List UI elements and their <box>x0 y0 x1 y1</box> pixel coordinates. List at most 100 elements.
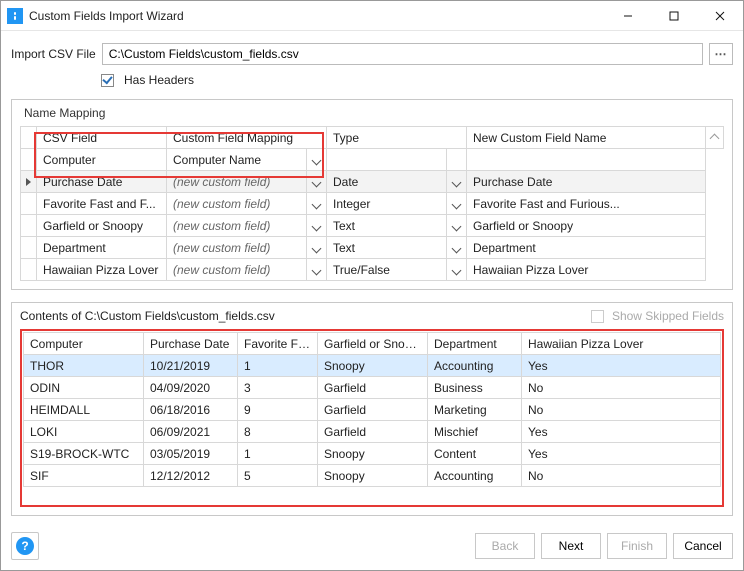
preview-cell: 06/09/2021 <box>144 421 238 443</box>
maximize-button[interactable] <box>651 1 697 30</box>
mapping-row[interactable]: Hawaiian Pizza Lover(new custom field)Tr… <box>21 259 724 281</box>
preview-cell: 10/21/2019 <box>144 355 238 377</box>
mapping-cell[interactable]: (new custom field) <box>167 215 307 237</box>
mapping-row[interactable]: Purchase Date(new custom field)DatePurch… <box>21 171 724 193</box>
close-button[interactable] <box>697 1 743 30</box>
csv-field-cell[interactable]: Garfield or Snoopy <box>37 215 167 237</box>
mapping-header-csv[interactable]: CSV Field <box>37 127 167 149</box>
preview-row[interactable]: THOR10/21/20191SnoopyAccountingYes <box>24 355 721 377</box>
preview-column-header[interactable]: Favorite Fas... <box>238 333 318 355</box>
type-cell[interactable] <box>327 149 447 171</box>
window-title: Custom Fields Import Wizard <box>29 9 605 23</box>
mapping-row[interactable]: Department(new custom field)TextDepartme… <box>21 237 724 259</box>
mapping-dropdown[interactable] <box>307 193 327 215</box>
csv-field-cell[interactable]: Purchase Date <box>37 171 167 193</box>
newname-cell[interactable]: Purchase Date <box>467 171 706 193</box>
row-indicator <box>21 193 37 215</box>
has-headers-label: Has Headers <box>124 73 194 87</box>
preview-cell: LOKI <box>24 421 144 443</box>
titlebar: Custom Fields Import Wizard <box>1 1 743 31</box>
preview-row[interactable]: S19-BROCK-WTC03/05/20191SnoopyContentYes <box>24 443 721 465</box>
newname-cell[interactable]: Hawaiian Pizza Lover <box>467 259 706 281</box>
import-label: Import CSV File <box>11 47 96 61</box>
has-headers-row: Has Headers <box>11 73 733 87</box>
mapping-table-wrap: CSV Field Custom Field Mapping Type New … <box>20 126 724 281</box>
newname-cell[interactable]: Department <box>467 237 706 259</box>
row-indicator <box>21 171 37 193</box>
preview-column-header[interactable]: Purchase Date <box>144 333 238 355</box>
type-cell[interactable]: Text <box>327 237 447 259</box>
back-button[interactable]: Back <box>475 533 535 559</box>
preview-cell: Snoopy <box>318 355 428 377</box>
mapping-dropdown[interactable] <box>307 259 327 281</box>
mapping-row[interactable]: Favorite Fast and F...(new custom field)… <box>21 193 724 215</box>
preview-cell: 12/12/2012 <box>144 465 238 487</box>
preview-cell: 04/09/2020 <box>144 377 238 399</box>
csv-field-cell[interactable]: Hawaiian Pizza Lover <box>37 259 167 281</box>
next-button[interactable]: Next <box>541 533 601 559</box>
mapping-header-type[interactable]: Type <box>327 127 467 149</box>
preview-row[interactable]: ODIN04/09/20203GarfieldBusinessNo <box>24 377 721 399</box>
show-skipped-checkbox: Show Skipped Fields <box>591 309 724 323</box>
preview-cell: 1 <box>238 355 318 377</box>
mapping-header-map[interactable]: Custom Field Mapping <box>167 127 327 149</box>
preview-cell: Yes <box>522 355 721 377</box>
preview-row[interactable]: LOKI06/09/20218GarfieldMischiefYes <box>24 421 721 443</box>
mapping-cell[interactable]: (new custom field) <box>167 237 307 259</box>
preview-row[interactable]: SIF12/12/20125SnoopyAccountingNo <box>24 465 721 487</box>
type-cell[interactable]: True/False <box>327 259 447 281</box>
preview-cell: Garfield <box>318 377 428 399</box>
mapping-header-newname[interactable]: New Custom Field Name <box>467 127 706 149</box>
mapping-cell[interactable]: (new custom field) <box>167 193 307 215</box>
mapping-dropdown[interactable] <box>307 215 327 237</box>
preview-column-header[interactable]: Garfield or Snoopy <box>318 333 428 355</box>
type-cell[interactable]: Integer <box>327 193 447 215</box>
preview-cell: 03/05/2019 <box>144 443 238 465</box>
preview-cell: 1 <box>238 443 318 465</box>
type-dropdown[interactable] <box>447 259 467 281</box>
type-dropdown[interactable] <box>447 215 467 237</box>
mapping-dropdown[interactable] <box>307 237 327 259</box>
type-cell[interactable]: Date <box>327 171 447 193</box>
mapping-dropdown[interactable] <box>307 149 327 171</box>
type-dropdown[interactable] <box>447 171 467 193</box>
has-headers-checkbox[interactable] <box>101 74 114 87</box>
app-icon <box>7 8 23 24</box>
preview-cell: Mischief <box>428 421 522 443</box>
csv-path-input[interactable] <box>102 43 703 65</box>
type-cell[interactable]: Text <box>327 215 447 237</box>
mapping-row[interactable]: Garfield or Snoopy(new custom field)Text… <box>21 215 724 237</box>
finish-button[interactable]: Finish <box>607 533 667 559</box>
preview-cell: Content <box>428 443 522 465</box>
mapping-dropdown[interactable] <box>307 171 327 193</box>
mapping-row[interactable]: ComputerComputer Name <box>21 149 724 171</box>
csv-field-cell[interactable]: Favorite Fast and F... <box>37 193 167 215</box>
browse-button[interactable]: ⋯ <box>709 43 733 65</box>
preview-cell: S19-BROCK-WTC <box>24 443 144 465</box>
type-dropdown[interactable] <box>447 237 467 259</box>
preview-row[interactable]: HEIMDALL06/18/20169GarfieldMarketingNo <box>24 399 721 421</box>
footer: ? Back Next Finish Cancel <box>1 524 743 570</box>
newname-cell[interactable]: Garfield or Snoopy <box>467 215 706 237</box>
csv-field-cell[interactable]: Department <box>37 237 167 259</box>
mapping-scrollbar[interactable] <box>706 127 724 149</box>
csv-field-cell[interactable]: Computer <box>37 149 167 171</box>
newname-cell[interactable]: Favorite Fast and Furious... <box>467 193 706 215</box>
preview-column-header[interactable]: Hawaiian Pizza Lover <box>522 333 721 355</box>
minimize-button[interactable] <box>605 1 651 30</box>
cancel-button[interactable]: Cancel <box>673 533 733 559</box>
preview-cell: Yes <box>522 421 721 443</box>
preview-column-header[interactable]: Department <box>428 333 522 355</box>
mapping-cell[interactable]: (new custom field) <box>167 259 307 281</box>
mapping-cell[interactable]: (new custom field) <box>167 171 307 193</box>
mapping-cell[interactable]: Computer Name <box>167 149 307 171</box>
row-indicator <box>21 215 37 237</box>
preview-cell: THOR <box>24 355 144 377</box>
preview-cell: 3 <box>238 377 318 399</box>
newname-cell[interactable] <box>467 149 706 171</box>
help-button[interactable]: ? <box>11 532 39 560</box>
type-dropdown[interactable] <box>447 193 467 215</box>
type-dropdown <box>447 149 467 171</box>
window-controls <box>605 1 743 30</box>
preview-column-header[interactable]: Computer <box>24 333 144 355</box>
